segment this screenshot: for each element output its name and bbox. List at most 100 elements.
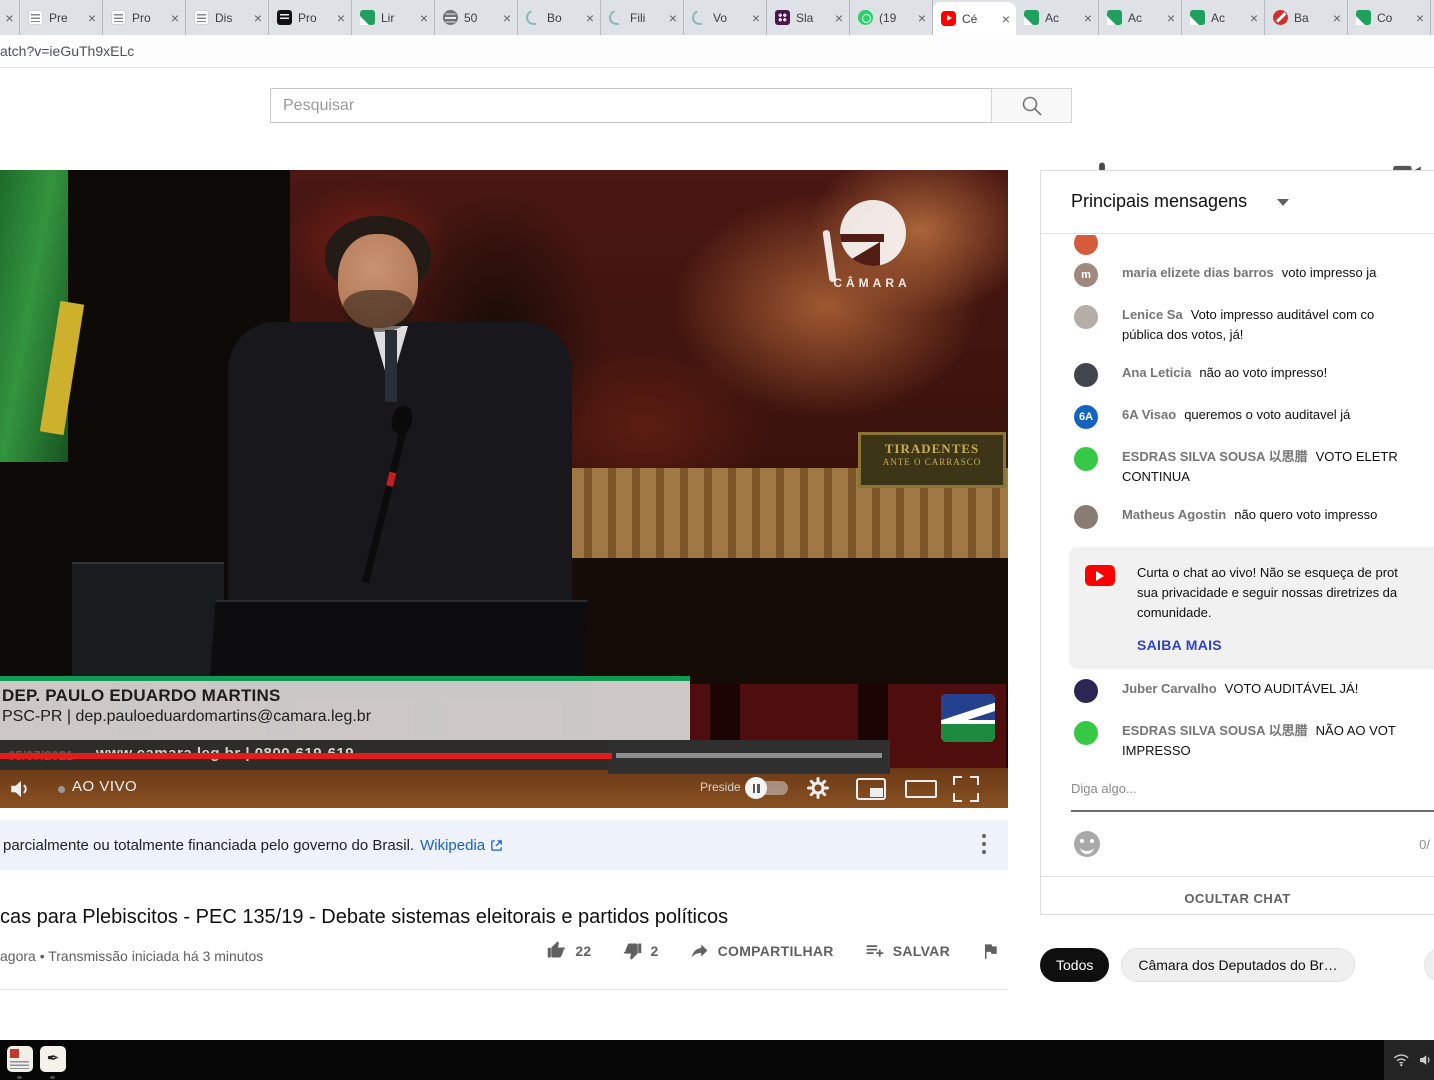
- share-button[interactable]: COMPARTILHAR: [689, 940, 834, 961]
- seek-bar-progress[interactable]: [0, 753, 612, 759]
- chat-author[interactable]: ESDRAS SILVA SOUSA 以思腊: [1122, 449, 1308, 464]
- tab-title: (19: [879, 11, 912, 25]
- document-app-icon[interactable]: [7, 1046, 33, 1072]
- chat-message-list[interactable]: m maria elizete dias barrosvoto impresso…: [1041, 235, 1434, 761]
- chat-header[interactable]: Principais mensagens: [1041, 171, 1434, 234]
- browser-tab[interactable]: Ba ×: [1265, 0, 1348, 35]
- search-box[interactable]: [270, 88, 992, 123]
- close-icon[interactable]: ×: [1002, 12, 1010, 26]
- search-button[interactable]: [991, 88, 1072, 123]
- close-icon[interactable]: ×: [752, 11, 760, 25]
- chat-text: queremos o voto auditavel já: [1184, 407, 1350, 422]
- video-meta-section: cas para Plebiscitos - PEC 135/19 - Deba…: [0, 870, 1008, 990]
- speaker-tie: [385, 330, 397, 402]
- chat-filter-label[interactable]: Principais mensagens: [1071, 191, 1247, 212]
- close-icon[interactable]: ×: [88, 11, 96, 25]
- close-icon[interactable]: ×: [1333, 11, 1341, 25]
- browser-tab[interactable]: Co×: [1348, 0, 1431, 35]
- browser-tab[interactable]: Ac×: [1182, 0, 1265, 35]
- chat-input[interactable]: [1071, 781, 1401, 796]
- like-button[interactable]: 22: [546, 940, 591, 961]
- settings-button[interactable]: [806, 776, 830, 800]
- volume-button[interactable]: [8, 776, 34, 802]
- autoplay-toggle[interactable]: [748, 781, 788, 795]
- browser-tab[interactable]: Pro×: [269, 0, 352, 35]
- chat-author[interactable]: maria elizete dias barros: [1122, 265, 1274, 280]
- chevron-down-icon[interactable]: [1277, 199, 1289, 206]
- writer-app-icon[interactable]: ✒: [40, 1046, 66, 1072]
- theater-mode-button[interactable]: [905, 780, 937, 798]
- close-icon[interactable]: ×: [5, 11, 13, 25]
- tv-camara-logo: [941, 694, 995, 742]
- chat-text: IMPRESSO: [1122, 741, 1396, 761]
- painting-plaque: TIRADENTES ANTE O CARRASCO: [858, 432, 1006, 488]
- info-banner-menu[interactable]: [982, 834, 986, 856]
- app-running-dot: [50, 1076, 55, 1079]
- search-input[interactable]: [271, 89, 991, 122]
- globe-icon: [443, 10, 458, 25]
- browser-tab-active[interactable]: Cé×: [933, 2, 1016, 35]
- system-tray[interactable]: [1384, 1040, 1434, 1080]
- chat-author[interactable]: Lenice Sa: [1122, 307, 1183, 322]
- browser-tab[interactable]: Bo×: [518, 0, 601, 35]
- close-icon[interactable]: ×: [835, 11, 843, 25]
- live-dot: [58, 786, 65, 793]
- browser-tab[interactable]: Vo×: [684, 0, 767, 35]
- browser-tab[interactable]: (19 ×: [850, 0, 933, 35]
- browser-address-bar[interactable]: atch?v=ieGuTh9xELc: [0, 35, 1434, 68]
- browser-tab[interactable]: Ac×: [1016, 0, 1099, 35]
- browser-tab[interactable]: Lir×: [352, 0, 435, 35]
- close-icon[interactable]: ×: [918, 11, 926, 25]
- save-button[interactable]: SALVAR: [864, 940, 950, 961]
- live-label[interactable]: AO VIVO: [72, 778, 137, 795]
- close-icon[interactable]: ×: [1250, 11, 1258, 25]
- tab-title: 50: [464, 11, 497, 25]
- chat-message: Ana Leticianão ao voto impresso!: [1074, 363, 1434, 387]
- browser-tab[interactable]: Pre×: [20, 0, 103, 35]
- close-icon[interactable]: ×: [1167, 11, 1175, 25]
- close-icon[interactable]: ×: [171, 11, 179, 25]
- chip-channel[interactable]: Câmara dos Deputados do Br…: [1121, 948, 1354, 982]
- miniplayer-button[interactable]: [856, 778, 886, 800]
- avatar: [1074, 721, 1098, 745]
- chip-todos[interactable]: Todos: [1040, 948, 1109, 982]
- report-button[interactable]: [980, 941, 1000, 961]
- url-text[interactable]: atch?v=ieGuTh9xELc: [0, 43, 134, 59]
- avatar: [1074, 505, 1098, 529]
- learn-more-link[interactable]: SAIBA MAIS: [1137, 637, 1398, 653]
- browser-tab[interactable]: 50 ×: [435, 0, 518, 35]
- emoji-icon[interactable]: [1074, 831, 1100, 857]
- close-icon[interactable]: ×: [586, 11, 594, 25]
- chat-author[interactable]: Matheus Agostin: [1122, 507, 1226, 522]
- fullscreen-button[interactable]: [953, 776, 979, 802]
- browser-tab[interactable]: Dis×: [186, 0, 269, 35]
- blocked-icon: [1273, 10, 1288, 25]
- seek-bar-remaining[interactable]: [608, 740, 890, 774]
- close-icon[interactable]: ×: [337, 11, 345, 25]
- close-icon[interactable]: ×: [1084, 11, 1092, 25]
- chip-partial[interactable]: [1424, 948, 1434, 982]
- chat-author[interactable]: 6A Visao: [1122, 407, 1176, 422]
- browser-tab[interactable]: Fili×: [601, 0, 684, 35]
- close-icon[interactable]: ×: [254, 11, 262, 25]
- taskbar: ✒: [0, 1040, 1434, 1080]
- dislike-button[interactable]: 2: [622, 940, 659, 961]
- hide-chat-button[interactable]: OCULTAR CHAT: [1041, 891, 1434, 906]
- chat-author[interactable]: Juber Carvalho: [1122, 681, 1217, 696]
- close-icon[interactable]: ×: [1416, 11, 1424, 25]
- close-icon[interactable]: ×: [420, 11, 428, 25]
- browser-tab[interactable]: Sla×: [767, 0, 850, 35]
- tab-title: Ba: [1294, 11, 1327, 25]
- close-icon[interactable]: ×: [669, 11, 677, 25]
- autoplay-toggle-knob[interactable]: [745, 777, 767, 799]
- close-icon[interactable]: ×: [503, 11, 511, 25]
- autoplay-label: Preside: [700, 780, 741, 794]
- browser-tab[interactable]: ×: [0, 0, 20, 35]
- wikipedia-link[interactable]: Wikipedia: [420, 837, 485, 854]
- video-player[interactable]: TIRADENTES ANTE O CARRASCO CÂMARA DEP. P…: [0, 170, 1008, 808]
- chat-author[interactable]: Ana Leticia: [1122, 365, 1191, 380]
- browser-tab[interactable]: Ac×: [1099, 0, 1182, 35]
- browser-tab[interactable]: Pro×: [103, 0, 186, 35]
- info-banner-text: parcialmente ou totalmente financiada pe…: [3, 837, 414, 854]
- chat-author[interactable]: ESDRAS SILVA SOUSA 以思腊: [1122, 723, 1308, 738]
